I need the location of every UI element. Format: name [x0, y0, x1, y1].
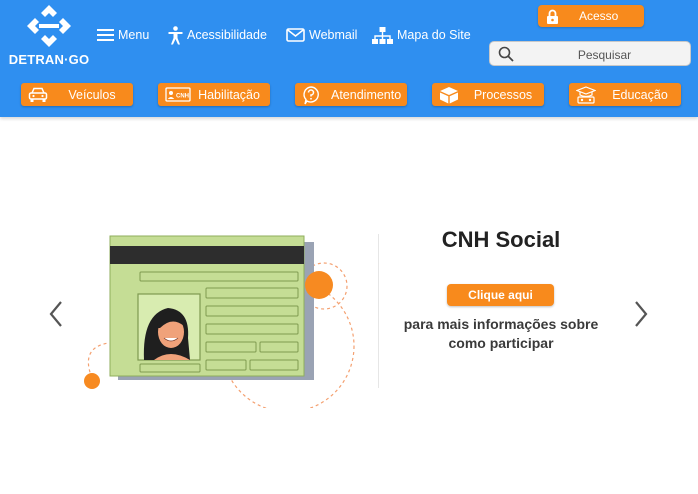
menu-link[interactable]: Menu — [97, 24, 149, 46]
detran-logo-mark — [27, 5, 71, 47]
accessibility-label: Acessibilidade — [187, 28, 267, 42]
detran-logo[interactable]: DETRAN·GO — [7, 5, 91, 67]
car-icon — [28, 87, 48, 102]
accessibility-icon — [168, 25, 183, 44]
slide-title: CNH Social — [441, 227, 561, 252]
acesso-label: Acesso — [579, 9, 619, 23]
webmail-label: Webmail — [309, 28, 358, 42]
search-icon[interactable] — [498, 46, 514, 62]
nav-processos-label: Processos — [473, 87, 533, 102]
slide-divider — [378, 234, 379, 388]
menu-label: Menu — [118, 28, 150, 42]
nav-habilitacao-label: Habilitação — [198, 87, 260, 102]
nav-veiculos-button[interactable]: Veículos — [21, 83, 133, 106]
accessibility-link[interactable]: Acessibilidade — [168, 24, 267, 46]
nav-atendimento-label: Atendimento — [331, 87, 402, 102]
acesso-button[interactable]: Acesso — [538, 5, 644, 27]
box-icon — [440, 87, 458, 104]
carousel-next-arrow[interactable] — [631, 298, 651, 330]
mail-icon — [286, 28, 305, 42]
nav-educacao-button[interactable]: Educação — [569, 83, 681, 106]
carousel-prev-arrow[interactable] — [46, 298, 66, 330]
slide-description: para mais informações sobre como partici… — [403, 316, 599, 351]
nav-educacao-label: Educação — [612, 87, 668, 102]
sitemap-icon — [372, 26, 393, 44]
nav-processos-button[interactable]: Processos — [432, 83, 544, 106]
license-icon: CNH — [165, 87, 191, 102]
slide-cta-button[interactable]: Clique aqui — [447, 284, 554, 306]
sitemap-link[interactable]: Mapa do Site — [372, 24, 471, 46]
nav-atendimento-button[interactable]: Atendimento — [295, 83, 407, 106]
question-icon — [303, 86, 319, 105]
sitemap-label: Mapa do Site — [397, 28, 471, 42]
nav-habilitacao-button[interactable]: CNH Habilitação — [158, 83, 270, 106]
nav-veiculos-label: Veículos — [68, 87, 116, 102]
license-icon-badge: CNH — [176, 94, 189, 100]
logo-text: DETRAN·GO — [8, 52, 90, 67]
site-header: DETRAN·GO Menu Acessibilidade Webmail Ma… — [0, 0, 698, 117]
education-icon — [576, 86, 596, 104]
search-input[interactable] — [520, 44, 689, 65]
webmail-link[interactable]: Webmail — [286, 24, 357, 46]
hamburger-icon — [97, 29, 114, 41]
lock-icon — [547, 9, 558, 24]
search-box[interactable] — [489, 41, 691, 66]
cnh-card-illustration — [84, 235, 355, 408]
